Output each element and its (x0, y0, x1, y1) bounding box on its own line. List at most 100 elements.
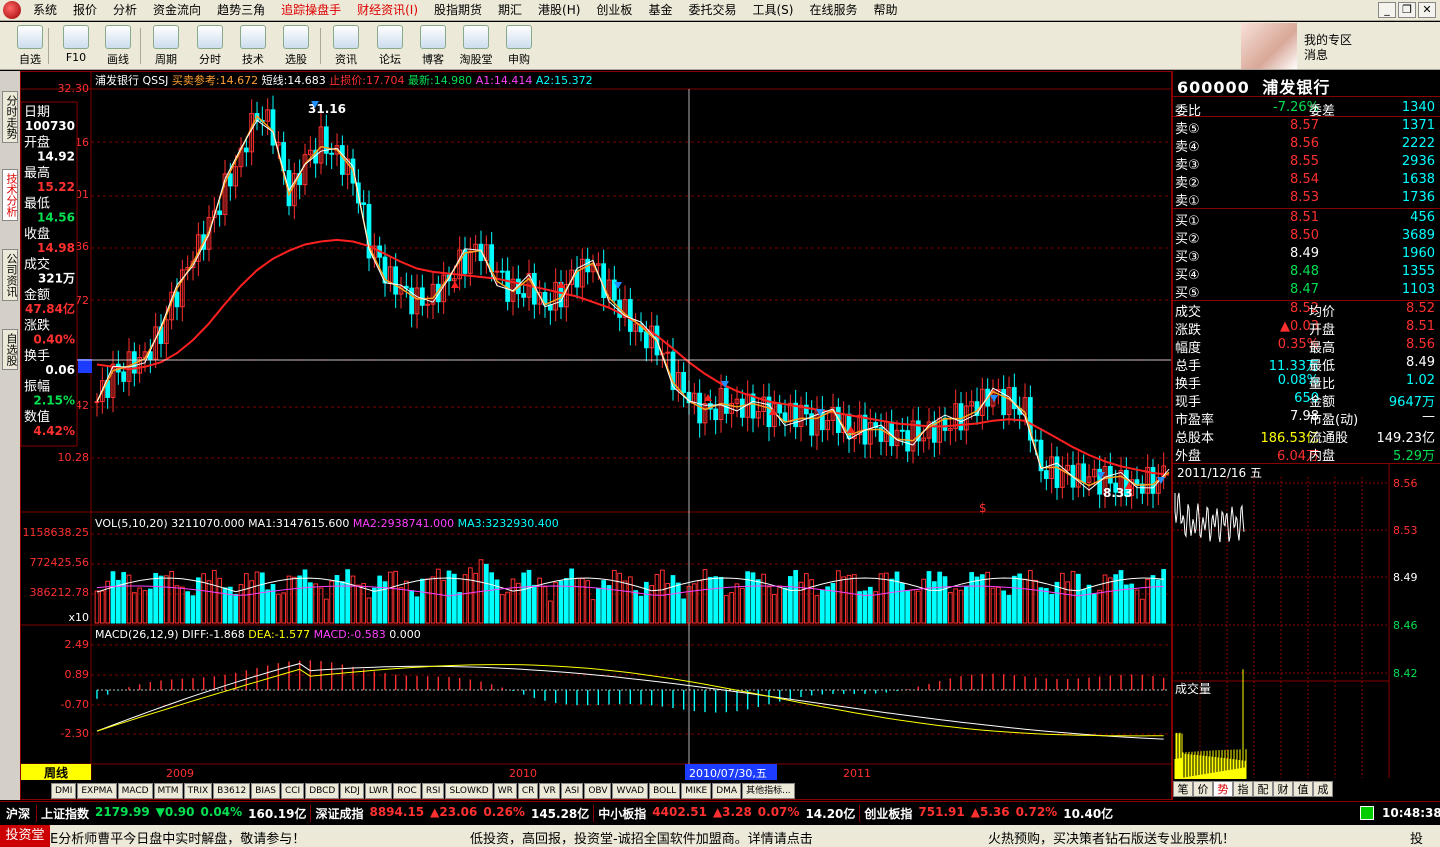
sell-level-row[interactable]: 卖② 8.54 1638 (1175, 171, 1437, 191)
buy-level-row[interactable]: 买① 8.51 456 (1175, 209, 1437, 229)
sell-level-row[interactable]: 卖① 8.53 1736 (1175, 189, 1437, 209)
index-item[interactable]: 上证指数 2179.99 ▼0.90 0.04% 160.19亿 (36, 805, 310, 822)
buy-level-row[interactable]: 买⑤ 8.47 1103 (1175, 281, 1437, 301)
toolbar-button-1[interactable]: F10 (56, 25, 96, 67)
ticker-text-2[interactable]: 低投资，高回报，投资堂-诚招全国软件加盟商。详情请点击 (470, 828, 813, 847)
menu-item-12[interactable]: 委托交易 (680, 0, 744, 21)
left-tab-1[interactable]: 技术分析 (2, 169, 18, 221)
volume-bar (254, 571, 260, 624)
ticker-end[interactable]: 投 (1410, 828, 1423, 847)
indicator-tab-16[interactable]: VR (539, 783, 560, 799)
menu-item-8[interactable]: 期汇 (490, 0, 530, 21)
toolbar-button-7[interactable]: 资讯 (326, 25, 366, 67)
menu-item-0[interactable]: 系统 (25, 0, 65, 21)
ticker-text-3[interactable]: 火热预购，买决策者钻石版送专业股票机！ (988, 828, 1235, 847)
toolbar-button-4[interactable]: 分时 (190, 25, 230, 67)
buy-level-row[interactable]: 买④ 8.48 1355 (1175, 263, 1437, 283)
menu-item-3[interactable]: 资金流向 (145, 0, 209, 21)
right-tab-0[interactable]: 笔 (1173, 781, 1193, 797)
menu-item-5[interactable]: 追踪操盘手 (273, 0, 349, 21)
volume-bar (441, 579, 447, 624)
indicator-tab-13[interactable]: SLOWKD (445, 783, 493, 799)
avatar[interactable] (1241, 23, 1297, 69)
left-tab-2[interactable]: 公司资讯 (2, 249, 18, 301)
toolbar-button-9[interactable]: 博客 (413, 25, 453, 67)
indicator-tab-14[interactable]: WR (493, 783, 517, 799)
menu-item-2[interactable]: 分析 (105, 0, 145, 21)
indicator-tab-19[interactable]: WVAD (612, 783, 649, 799)
toolbar-button-6[interactable]: 选股 (276, 25, 316, 67)
indicator-tab-23[interactable]: 其他指标... (742, 783, 795, 799)
sell-level-row[interactable]: 卖④ 8.56 2222 (1175, 135, 1437, 155)
indicator-tab-20[interactable]: BOLL (649, 783, 681, 799)
toolbar-button-3[interactable]: 周期 (146, 25, 186, 67)
sell-level-row[interactable]: 卖③ 8.55 2936 (1175, 153, 1437, 173)
indicator-tab-6[interactable]: BIAS (251, 783, 280, 799)
index-item[interactable]: 中小板指 4402.51 ▲3.28 0.07% 14.20亿 (593, 805, 859, 822)
menu-item-11[interactable]: 基金 (640, 0, 680, 21)
menu-item-9[interactable]: 港股(H) (530, 0, 588, 21)
right-tab-1[interactable]: 价 (1193, 781, 1213, 797)
restore-icon[interactable]: ❐ (1398, 2, 1416, 18)
indicator-tab-3[interactable]: MTM (153, 783, 183, 799)
ticker-badge[interactable]: 投资堂 (0, 825, 50, 847)
left-tab-0[interactable]: 分时走势 (2, 91, 18, 143)
right-tab-6[interactable]: 值 (1293, 781, 1313, 797)
volume-bar (137, 587, 143, 624)
kline-chart[interactable]: 浦发银行 QSSJ 买卖参考:14.672 短线:14.683 止损价:17.7… (21, 72, 1171, 799)
volume-bar (489, 572, 495, 624)
indicator-tab-1[interactable]: EXPMA (77, 783, 117, 799)
menu-item-10[interactable]: 创业板 (588, 0, 640, 21)
market-label[interactable]: 沪深 (0, 805, 36, 822)
indicator-tab-7[interactable]: CCI (280, 783, 305, 799)
sell-level-row[interactable]: 卖⑤ 8.57 1371 (1175, 117, 1437, 137)
indicator-tab-4[interactable]: TRIX (183, 783, 213, 799)
minimize-icon[interactable]: _ (1378, 2, 1396, 18)
indicator-tab-12[interactable]: RSI (421, 783, 445, 799)
indicator-tab-2[interactable]: MACD (117, 783, 153, 799)
menu-item-1[interactable]: 报价 (65, 0, 105, 21)
left-tab-3[interactable]: 自选股 (2, 329, 18, 370)
my-zone-panel[interactable]: 我的专区 消息 (1240, 22, 1440, 70)
indicator-tab-21[interactable]: MIKE (681, 783, 712, 799)
connection-icon[interactable] (1360, 806, 1374, 820)
toolbar-button-2[interactable]: 画线 (98, 25, 138, 67)
right-tab-7[interactable]: 成 (1313, 781, 1333, 797)
intraday-mini-chart[interactable]: 2011/12/16 五 8.56 8.53 8.49 8.46 8.42 成交量 (1173, 463, 1439, 783)
right-tab-4[interactable]: 配 (1253, 781, 1273, 797)
right-tab-5[interactable]: 财 (1273, 781, 1293, 797)
indicator-tab-8[interactable]: DBCD (305, 783, 340, 799)
menu-item-15[interactable]: 帮助 (865, 0, 905, 21)
right-tab-3[interactable]: 指 (1233, 781, 1253, 797)
chart-area[interactable]: 浦发银行 QSSJ 买卖参考:14.672 短线:14.683 止损价:17.7… (20, 71, 1172, 800)
toolbar-button-0[interactable]: 自选 (10, 25, 50, 67)
menu-item-13[interactable]: 工具(S) (744, 0, 801, 21)
buy-level-row[interactable]: 买③ 8.49 1960 (1175, 245, 1437, 265)
index-item[interactable]: 创业板指 751.91 ▲5.36 0.72% 10.40亿 (859, 805, 1117, 822)
menu-item-14[interactable]: 在线服务 (801, 0, 865, 21)
close-icon[interactable]: ✕ (1418, 2, 1436, 18)
indicator-tab-15[interactable]: CR (517, 783, 539, 799)
indicator-tab-10[interactable]: LWR (364, 783, 393, 799)
ticker-text-1[interactable]: E分析师曹平今日盘中实时解盘，敬请参与！ (50, 828, 305, 847)
indicator-tab-17[interactable]: ASI (560, 783, 584, 799)
menu-item-6[interactable]: 财经资讯(I) (349, 0, 426, 21)
toolbar-button-11[interactable]: 申购 (499, 25, 539, 67)
indicator-tab-22[interactable]: DMA (712, 783, 742, 799)
buy-level-row[interactable]: 买② 8.50 3689 (1175, 227, 1437, 247)
right-tab-2[interactable]: 势 (1213, 781, 1233, 797)
messages-label[interactable]: 消息 (1304, 46, 1328, 63)
toolbar-button-8[interactable]: 论坛 (370, 25, 410, 67)
menu-item-4[interactable]: 趋势三角 (209, 0, 273, 21)
toolbar-button-10[interactable]: 淘股堂 (456, 25, 496, 67)
toolbar-button-5[interactable]: 技术 (233, 25, 273, 67)
indicator-tab-0[interactable]: DMI (51, 783, 77, 799)
index-name: 上证指数 (41, 807, 90, 821)
menu-item-7[interactable]: 股指期货 (426, 0, 490, 21)
indicator-tab-5[interactable]: B3612 (213, 783, 251, 799)
indicator-tab-9[interactable]: KDJ (340, 783, 364, 799)
index-item[interactable]: 深证成指 8894.15 ▲23.06 0.26% 145.28亿 (310, 805, 593, 822)
indicator-tab-18[interactable]: OBV (584, 783, 612, 799)
indicator-tab-11[interactable]: ROC (393, 783, 421, 799)
app-logo-icon[interactable] (3, 1, 21, 19)
